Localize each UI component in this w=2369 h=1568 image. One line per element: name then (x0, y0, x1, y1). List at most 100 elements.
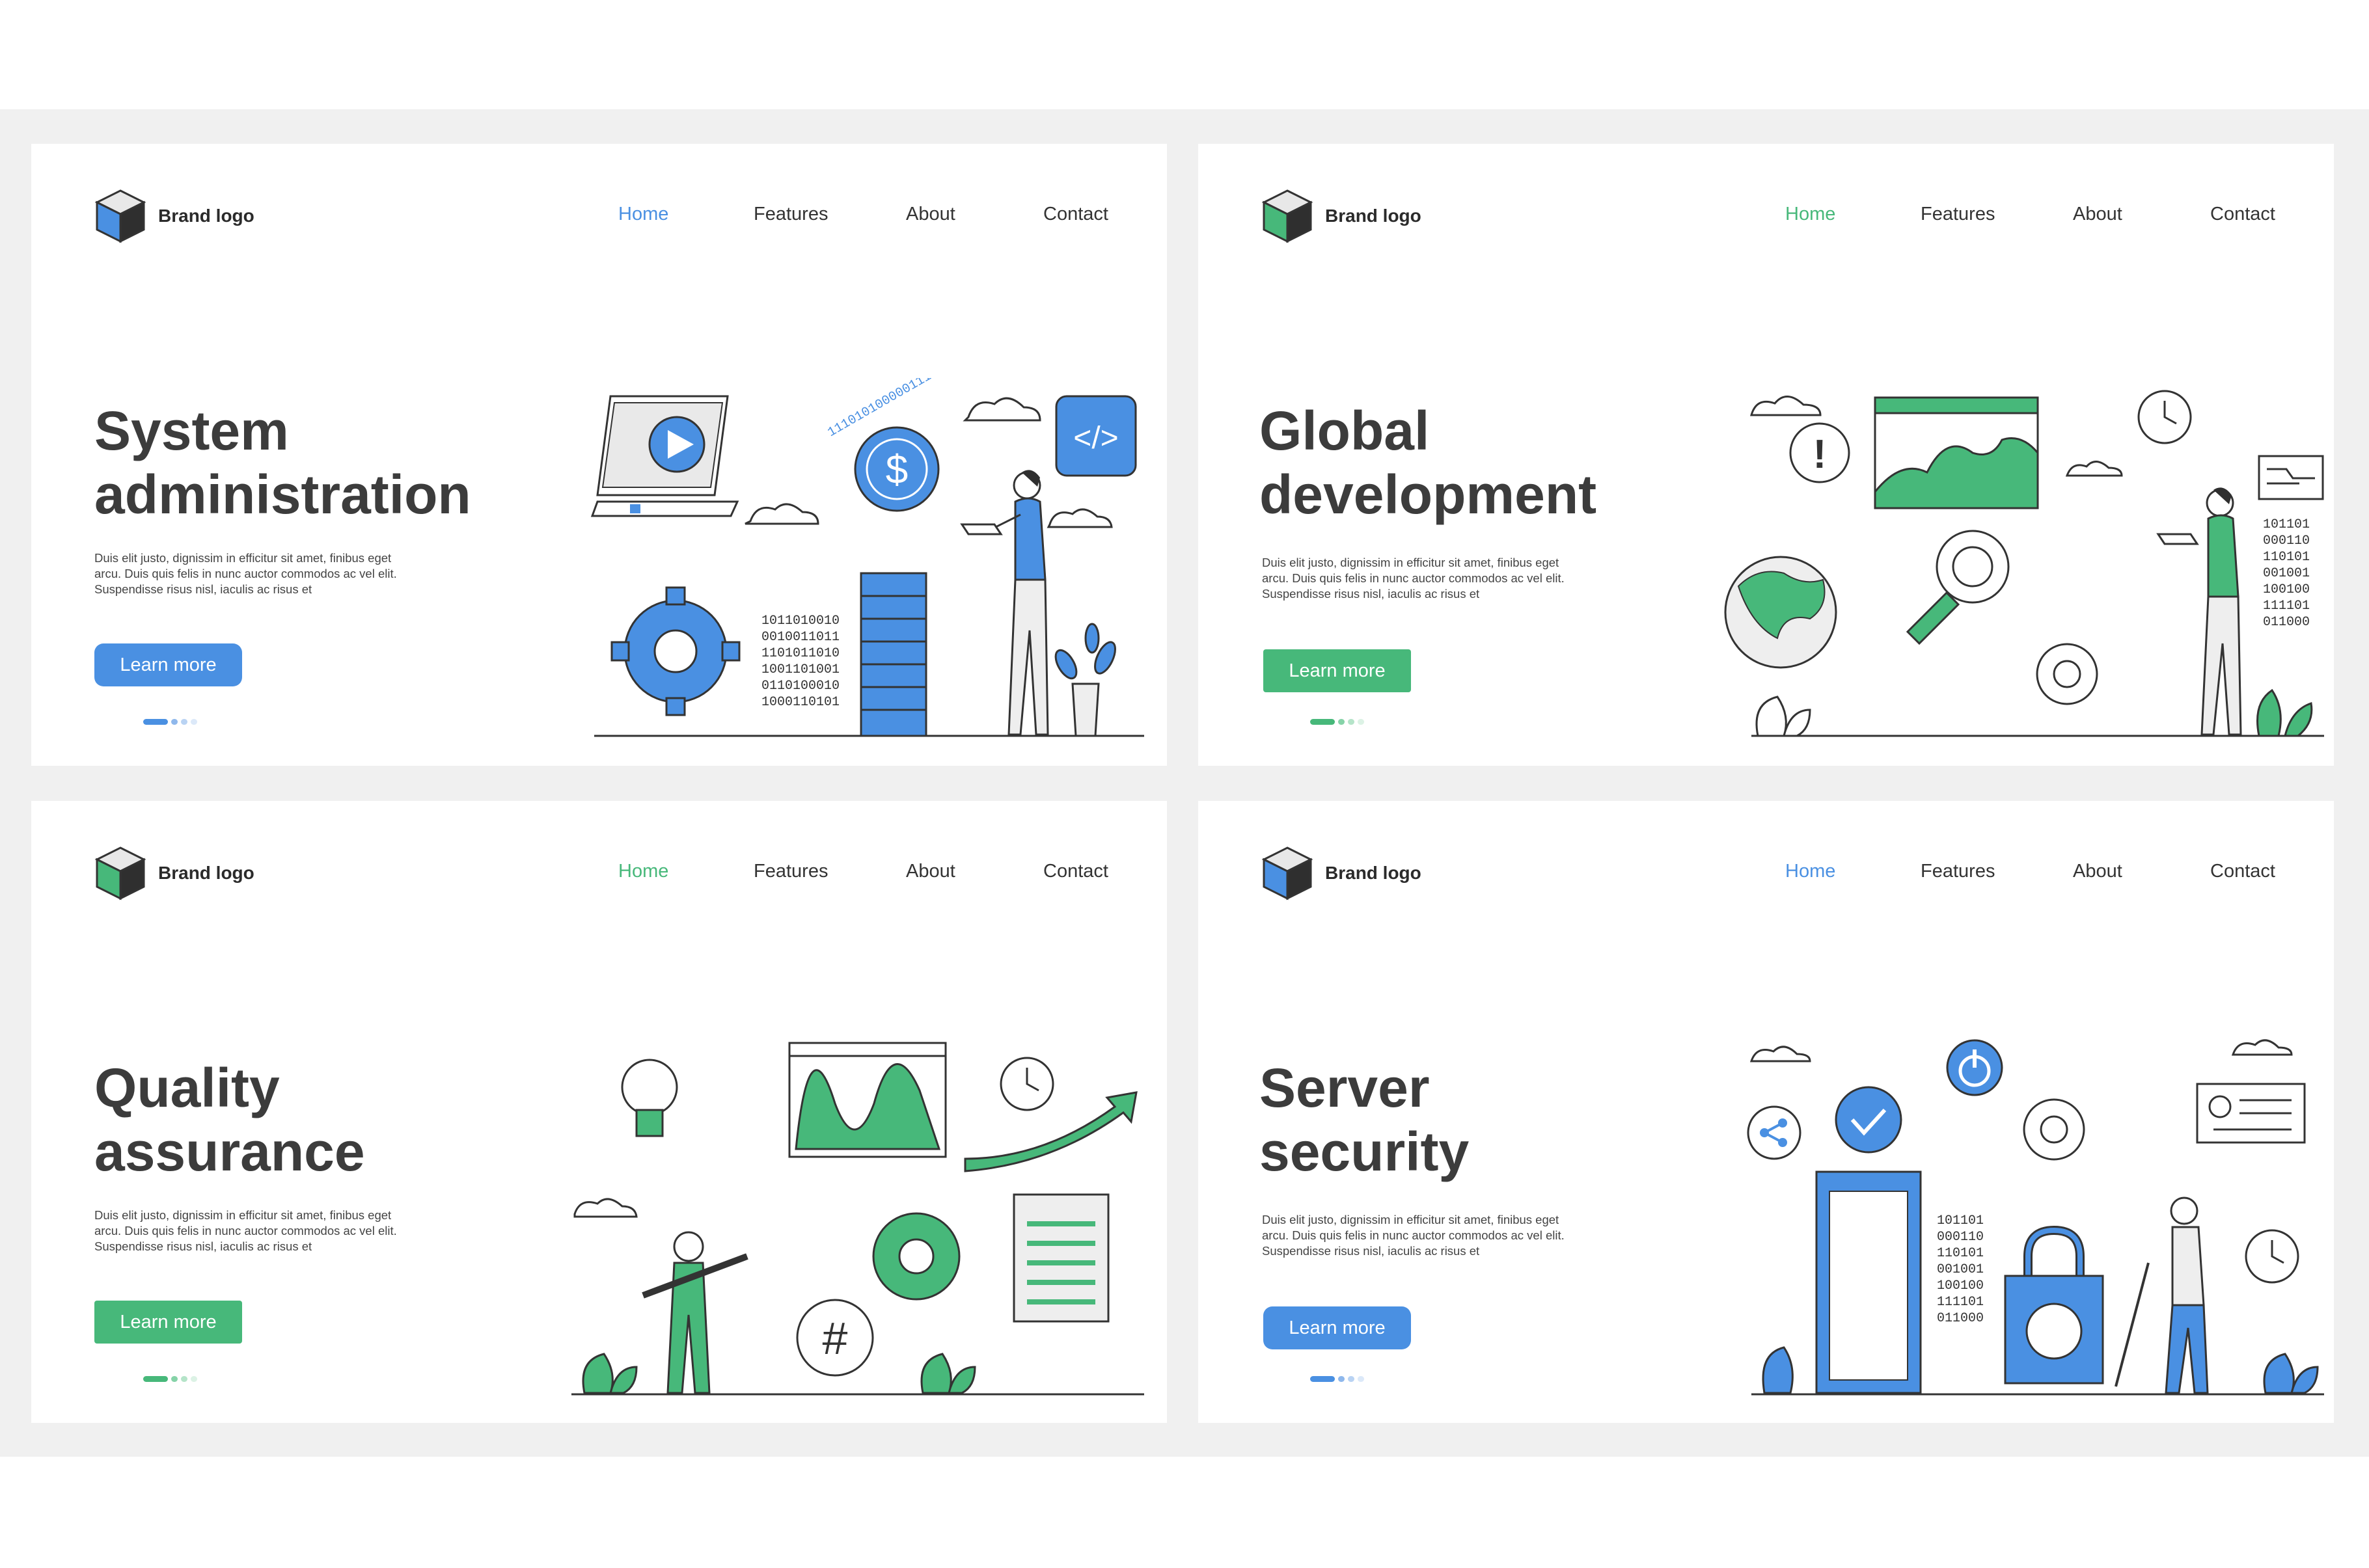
pagination-dots[interactable] (1310, 1376, 1364, 1382)
dot-active[interactable] (1310, 719, 1335, 725)
plant-icon (920, 1353, 976, 1394)
plant-icon (1054, 623, 1116, 737)
nav-home[interactable]: Home (1785, 861, 1835, 882)
hero-description: Duis elit justo, dignissim in efficitur … (1262, 556, 1565, 601)
dot[interactable] (1358, 719, 1364, 725)
area-chart-window (1874, 396, 2039, 509)
clock-icon (2137, 390, 2192, 444)
svg-text:011000: 011000 (1937, 1311, 1984, 1326)
svg-text:001001: 001001 (1937, 1262, 1984, 1277)
dot[interactable] (191, 1376, 197, 1382)
nav-about[interactable]: About (2073, 204, 2122, 225)
nav-home[interactable]: Home (618, 204, 668, 225)
svg-text:100100: 100100 (1937, 1278, 1984, 1293)
dot[interactable] (171, 1376, 178, 1382)
learn-more-button[interactable]: Learn more (94, 643, 242, 686)
nav-contact[interactable]: Contact (2210, 204, 2275, 225)
cube-logo-icon (1261, 189, 1313, 243)
dollar-coin-icon: $ (854, 426, 940, 512)
nav-home[interactable]: Home (1785, 204, 1835, 225)
nav-features[interactable]: Features (754, 204, 828, 225)
cloud-icon (2231, 1039, 2293, 1056)
nav-contact[interactable]: Contact (1043, 861, 1108, 882)
hero-title: System administration (94, 400, 471, 525)
svg-text:111101: 111101 (1937, 1295, 1984, 1310)
pagination-dots[interactable] (143, 719, 197, 725)
gear-icon (872, 1212, 961, 1301)
circuit-icon (2258, 455, 2324, 500)
nav-home[interactable]: Home (618, 861, 668, 882)
dot[interactable] (1348, 1376, 1354, 1382)
video-player-icon (590, 395, 739, 517)
cloud-icon (963, 397, 1041, 422)
server-rack-icon (860, 572, 927, 737)
brand-name: Brand logo (158, 863, 254, 883)
notepad-icon (1013, 1193, 1110, 1323)
clock-icon (2245, 1229, 2299, 1284)
learn-more-button[interactable]: Learn more (94, 1301, 242, 1344)
plant-icon (1755, 696, 1811, 737)
cloud-icon (1749, 1046, 1811, 1062)
svg-text:100100: 100100 (2263, 582, 2310, 597)
learn-more-button[interactable]: Learn more (1263, 649, 1411, 692)
svg-text:</>: </> (1073, 421, 1118, 455)
nav-features[interactable]: Features (754, 861, 828, 882)
cube-logo-icon (94, 846, 146, 900)
brand-name: Brand logo (1325, 206, 1421, 226)
brand[interactable]: Brand logo (1261, 188, 1421, 244)
dot[interactable] (1338, 1376, 1345, 1382)
hero-description: Duis elit justo, dignissim in efficitur … (1262, 1213, 1565, 1258)
svg-text:110101: 110101 (2263, 550, 2310, 565)
clock-icon (1000, 1057, 1054, 1111)
nav-contact[interactable]: Contact (1043, 204, 1108, 225)
cube-logo-icon (1261, 846, 1313, 900)
svg-text:101101: 101101 (2263, 517, 2310, 532)
brand-name: Brand logo (1325, 863, 1421, 883)
hero-description: Duis elit justo, dignissim in efficitur … (94, 551, 397, 596)
system-admin-illustration: 111010100000111101 $ </> 1011010010 0010… (590, 378, 1144, 737)
dot[interactable] (181, 1376, 187, 1382)
nav-features[interactable]: Features (1921, 204, 1995, 225)
nav-about[interactable]: About (906, 861, 955, 882)
dot[interactable] (191, 719, 197, 725)
dot[interactable] (181, 719, 187, 725)
dot-active[interactable] (143, 719, 168, 725)
brand[interactable]: Brand logo (94, 188, 254, 244)
hero-title: Quality assurance (94, 1057, 365, 1182)
brand[interactable]: Brand logo (94, 845, 254, 901)
pagination-dots[interactable] (143, 1376, 197, 1382)
landing-card-system-administration: Brand logo Home Features About Contact S… (31, 144, 1167, 766)
brand[interactable]: Brand logo (1261, 845, 1421, 901)
magnifier-icon (1906, 530, 2010, 645)
check-shield-icon (1835, 1086, 1902, 1154)
landing-card-quality-assurance: Brand logo Home Features About Contact Q… (31, 801, 1167, 1423)
hero-description: Duis elit justo, dignissim in efficitur … (94, 1208, 397, 1253)
dot[interactable] (171, 719, 178, 725)
svg-text:1001101001: 1001101001 (761, 662, 840, 677)
dot-active[interactable] (143, 1376, 168, 1382)
hero-title: Global development (1259, 400, 1597, 525)
binary-block: 1011010010 0010011011 1101011010 1001101… (761, 614, 840, 710)
worker-with-wrench (642, 1231, 748, 1394)
nav-contact[interactable]: Contact (2210, 861, 2275, 882)
dot[interactable] (1338, 719, 1345, 725)
learn-more-button[interactable]: Learn more (1263, 1306, 1411, 1349)
cube-logo-icon (94, 189, 146, 243)
person-pushing-cart (2115, 1196, 2209, 1394)
global-development-illustration: ! 101101 000110 110101 001001 100100 111… (1724, 390, 2324, 737)
server-security-illustration: 101101 000110 110101 001001 100100 11110… (1747, 1039, 2324, 1396)
nav-about[interactable]: About (2073, 861, 2122, 882)
person-with-laptop (2156, 487, 2242, 736)
power-icon (1946, 1039, 2003, 1096)
pagination-dots[interactable] (1310, 719, 1364, 725)
nav-about[interactable]: About (906, 204, 955, 225)
alert-icon: ! (1789, 422, 1850, 483)
dot[interactable] (1358, 1376, 1364, 1382)
binary-block: 101101 000110 110101 001001 100100 11110… (1937, 1213, 1984, 1326)
cloud-icon (573, 1198, 638, 1218)
nav-features[interactable]: Features (1921, 861, 1995, 882)
dot[interactable] (1348, 719, 1354, 725)
svg-text:0010011011: 0010011011 (761, 630, 840, 645)
dot-active[interactable] (1310, 1376, 1335, 1382)
code-icon: </> (1055, 395, 1137, 477)
